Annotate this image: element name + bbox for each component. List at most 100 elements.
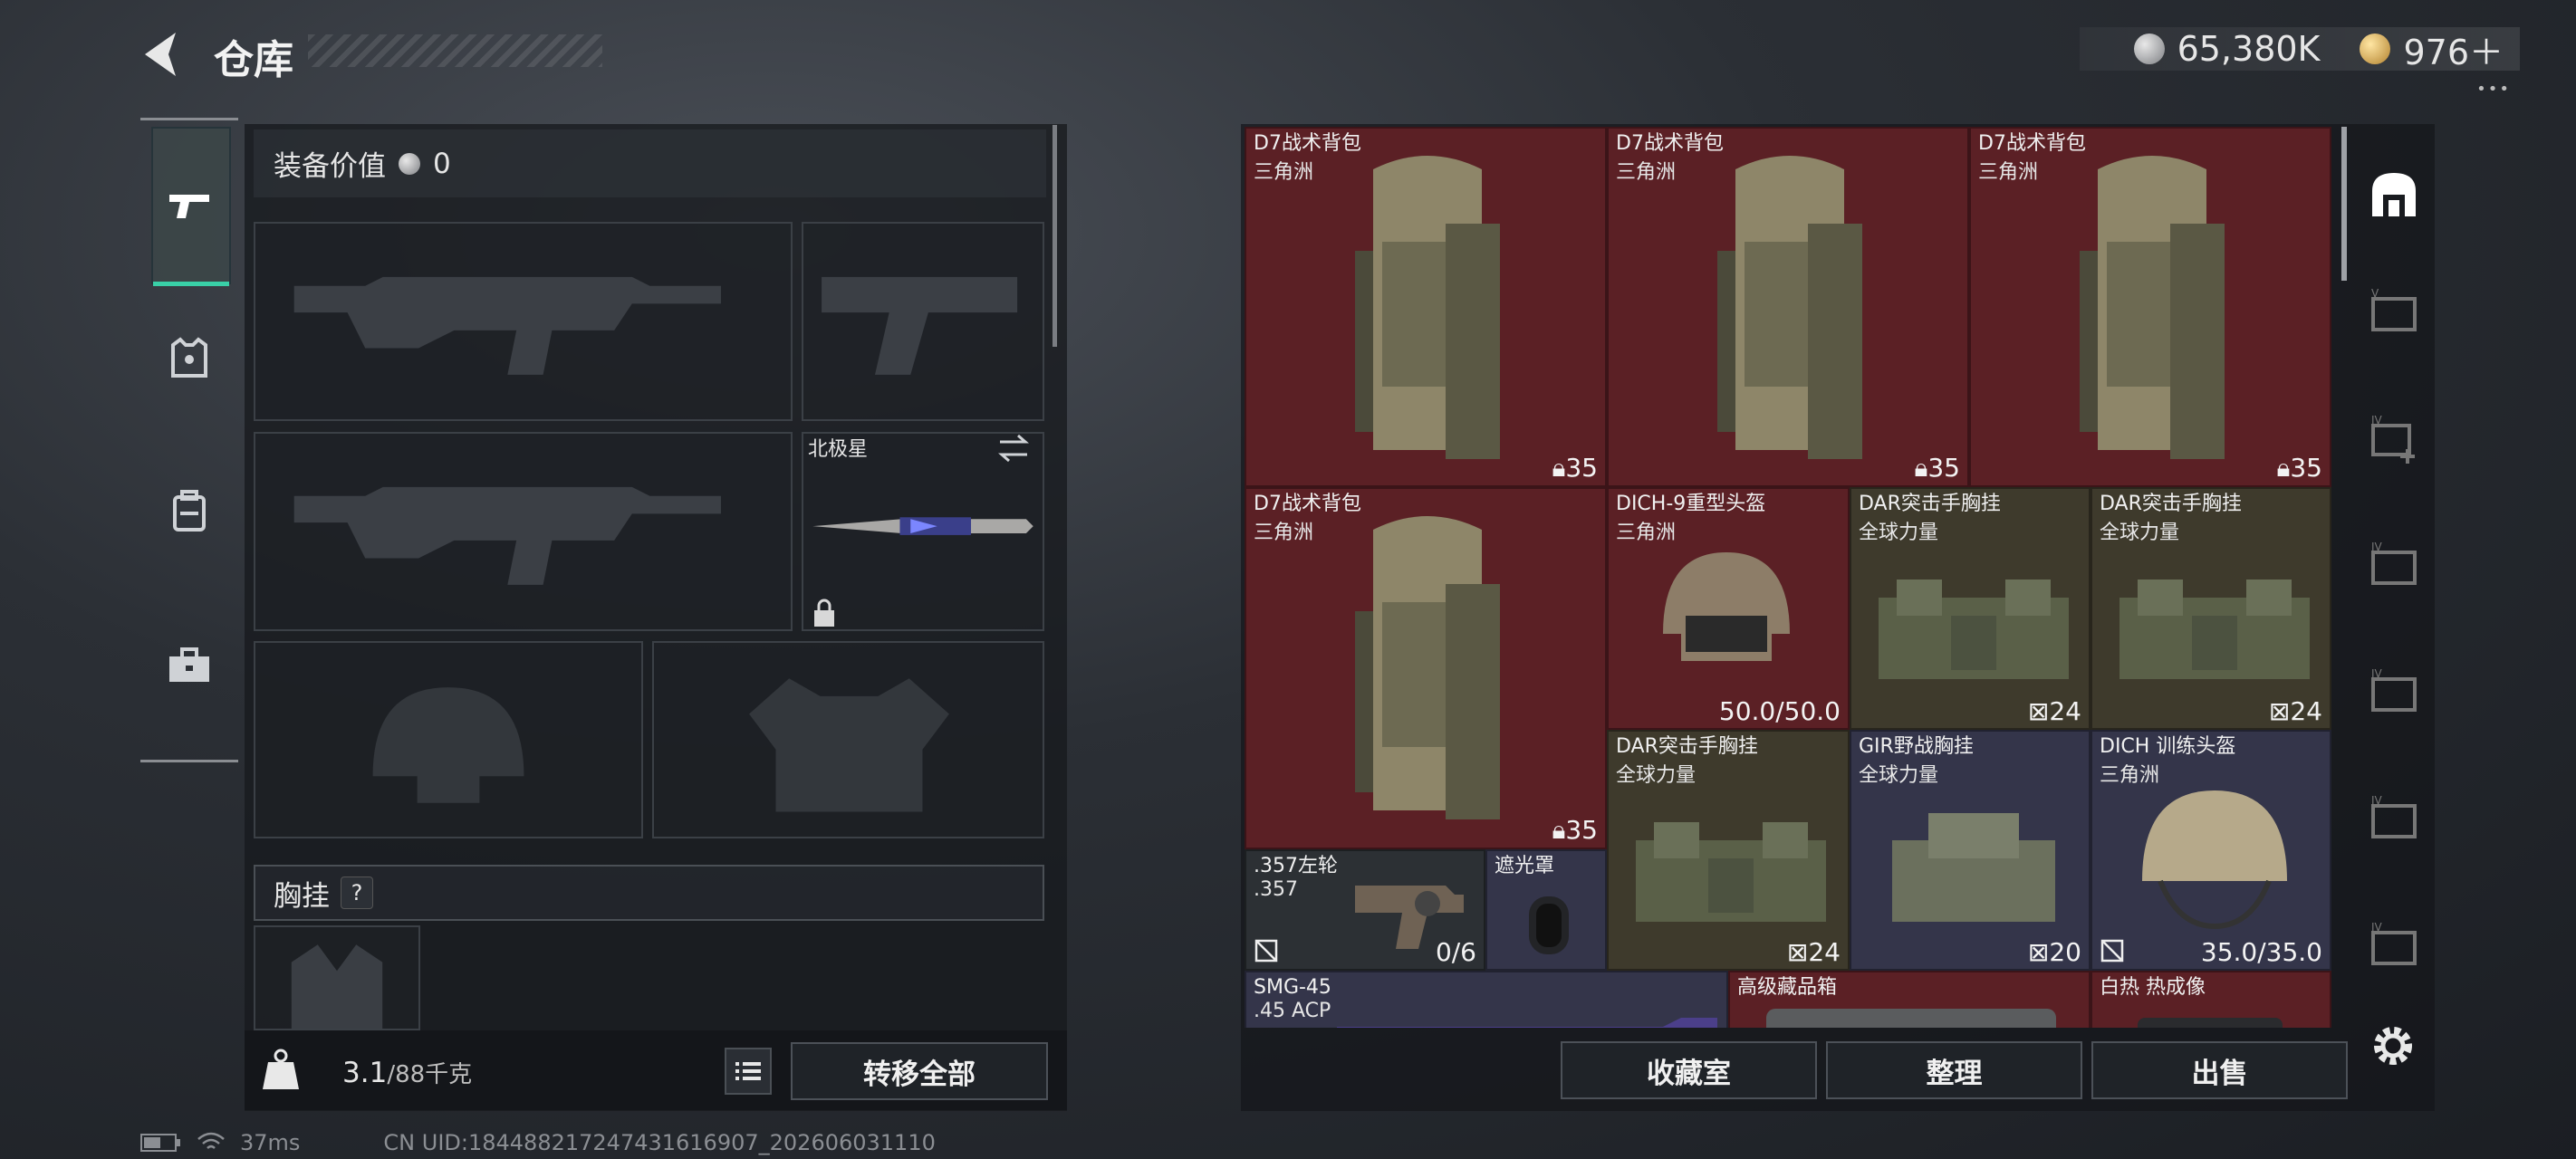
stash-page-4d[interactable]: IV: [2355, 896, 2433, 996]
battery-icon: [140, 1134, 180, 1152]
storage-page-icon: IV: [2371, 667, 2417, 712]
equipment-value: 0: [433, 147, 451, 180]
stash-item[interactable]: 高级藏品箱: [1728, 971, 2091, 1028]
sidebar-divider: [140, 760, 238, 762]
knife-name: 北极星: [808, 438, 869, 461]
tab-armor[interactable]: [151, 281, 227, 435]
no-repair-icon: [1254, 939, 1278, 963]
stash-item[interactable]: D7战术背包 三角洲 🔒︎35: [1245, 127, 1607, 487]
stash-item[interactable]: DAR突击手胸挂 全球力量 ⊠24: [1607, 730, 1850, 971]
item-capacity: ⊠24: [2268, 696, 2322, 726]
backpack-icon: [1717, 156, 1862, 459]
swap-icon[interactable]: [996, 433, 1031, 464]
stash-item[interactable]: SMG-45 .45 ACP: [1245, 971, 1728, 1028]
lock-icon: [814, 599, 834, 627]
item-capacity: ⊠24: [1786, 937, 1841, 967]
sell-button[interactable]: 出售: [2091, 1041, 2348, 1099]
helmet-silhouette-icon: [372, 687, 524, 803]
item-capacity: 🔒︎35: [1552, 815, 1598, 845]
toolbox-icon: [169, 647, 209, 682]
chest-rig-section: 胸挂 ?: [254, 865, 1044, 921]
ammo-count: 0/6: [1435, 937, 1476, 967]
stash-item[interactable]: 白热 热成像: [2091, 971, 2331, 1028]
back-arrow-icon[interactable]: [136, 27, 190, 81]
item-durability: 35.0/35.0: [2200, 937, 2322, 967]
collection-room-button[interactable]: 收藏室: [1561, 1041, 1817, 1099]
storage-page-icon: IV: [2371, 921, 2417, 965]
armor-vest-icon: [171, 337, 207, 378]
chest-rig-icon: [1892, 813, 2055, 922]
stash-item[interactable]: 遮光罩: [1485, 849, 1607, 971]
secondary-weapon-slot[interactable]: [254, 432, 793, 631]
stash-page-4a[interactable]: IV: [2355, 516, 2433, 616]
carry-weight: 3.1/88千克: [342, 1056, 472, 1089]
chest-rig-silhouette-icon: [291, 944, 383, 1029]
ticket-icon: [2360, 34, 2391, 64]
tab-toolbox[interactable]: [151, 589, 227, 742]
weight-max: /88千克: [387, 1061, 473, 1088]
pistol-silhouette-icon: [822, 276, 1018, 375]
pistol-slot[interactable]: [802, 222, 1044, 421]
chest-rig-icon: [1879, 580, 2069, 679]
svg-text:IV: IV: [2371, 541, 2383, 553]
tab-weapons[interactable]: [151, 127, 231, 286]
transfer-all-button[interactable]: 转移全部: [791, 1042, 1048, 1100]
stash-item[interactable]: D7战术背包 三角洲 🔒︎35: [1969, 127, 2331, 487]
no-repair-icon: [2100, 939, 2124, 963]
item-capacity: 🔒︎35: [1552, 453, 1598, 483]
title-decoration: [308, 34, 602, 67]
pistol-icon: [169, 195, 209, 218]
helmet-icon: [1663, 552, 1790, 661]
stash-item[interactable]: DICH-9重型头盔 三角洲 50.0/50.0: [1607, 487, 1850, 730]
stash-item[interactable]: D7战术背包 三角洲 🔒︎35: [1245, 487, 1607, 849]
stash-item[interactable]: DICH 训练头盔 三角洲 35.0/35.0: [2091, 730, 2331, 971]
svg-text:V: V: [2371, 287, 2379, 300]
stash-page-4-add[interactable]: IV: [2355, 389, 2433, 489]
storage-page-icon: V: [2371, 287, 2417, 331]
warehouse-icon: [2372, 173, 2416, 216]
stash-scrollbar[interactable]: [2341, 127, 2347, 281]
smg-icon: [1337, 1018, 1717, 1028]
stash-item[interactable]: DAR突击手胸挂 全球力量 ⊠24: [2091, 487, 2331, 730]
organize-button[interactable]: 整理: [1826, 1041, 2082, 1099]
list-icon: [735, 1062, 761, 1080]
equipment-scrollbar[interactable]: [1053, 125, 1057, 347]
storage-page-icon: IV: [2371, 794, 2417, 838]
vest-silhouette-icon: [749, 678, 949, 812]
sidebar-divider: [140, 118, 238, 120]
stash-item[interactable]: D7战术背包 三角洲 🔒︎35: [1607, 127, 1969, 487]
stash-page-5[interactable]: V: [2355, 263, 2433, 362]
svg-text:IV: IV: [2371, 667, 2383, 680]
backpack-icon: [2080, 156, 2225, 459]
item-durability: 50.0/50.0: [1718, 696, 1841, 726]
primary-weapon-slot[interactable]: [254, 222, 793, 421]
thermal-scope-icon: [2138, 1018, 2283, 1028]
chest-rig-slot[interactable]: [254, 925, 420, 1030]
storage-page-icon: IV: [2371, 541, 2417, 585]
stash-home-tab[interactable]: [2355, 145, 2433, 244]
ticket-balance[interactable]: 976＋: [2403, 24, 2504, 74]
rifle-silhouette-icon: [293, 486, 721, 585]
stash-item[interactable]: GIR野战胸挂 全球力量 ⊠20: [1850, 730, 2091, 971]
backpack-icon: [173, 490, 206, 532]
add-storage-icon: IV: [2371, 414, 2415, 464]
armor-slot[interactable]: [652, 641, 1044, 838]
ping: 37ms: [240, 1130, 301, 1155]
gear-icon[interactable]: [2368, 1020, 2418, 1071]
tab-backpack[interactable]: [151, 435, 227, 589]
rifle-silhouette-icon: [293, 276, 721, 375]
weight-icon: [263, 1049, 299, 1089]
page-title: 仓库: [214, 37, 293, 83]
svg-text:IV: IV: [2371, 414, 2383, 426]
svg-text:IV: IV: [2371, 921, 2383, 934]
helmet-icon: [2142, 790, 2287, 930]
svg-text:IV: IV: [2371, 794, 2383, 807]
list-view-button[interactable]: [725, 1048, 772, 1095]
backpack-icon: [1355, 156, 1500, 459]
helmet-slot[interactable]: [254, 641, 643, 838]
stash-page-4b[interactable]: IV: [2355, 643, 2433, 742]
stash-item[interactable]: DAR突击手胸挂 全球力量 ⊠24: [1850, 487, 2091, 730]
stash-page-4c[interactable]: IV: [2355, 770, 2433, 869]
stash-item[interactable]: .357左轮 .357 0/6: [1245, 849, 1485, 971]
help-button[interactable]: ?: [341, 876, 373, 909]
